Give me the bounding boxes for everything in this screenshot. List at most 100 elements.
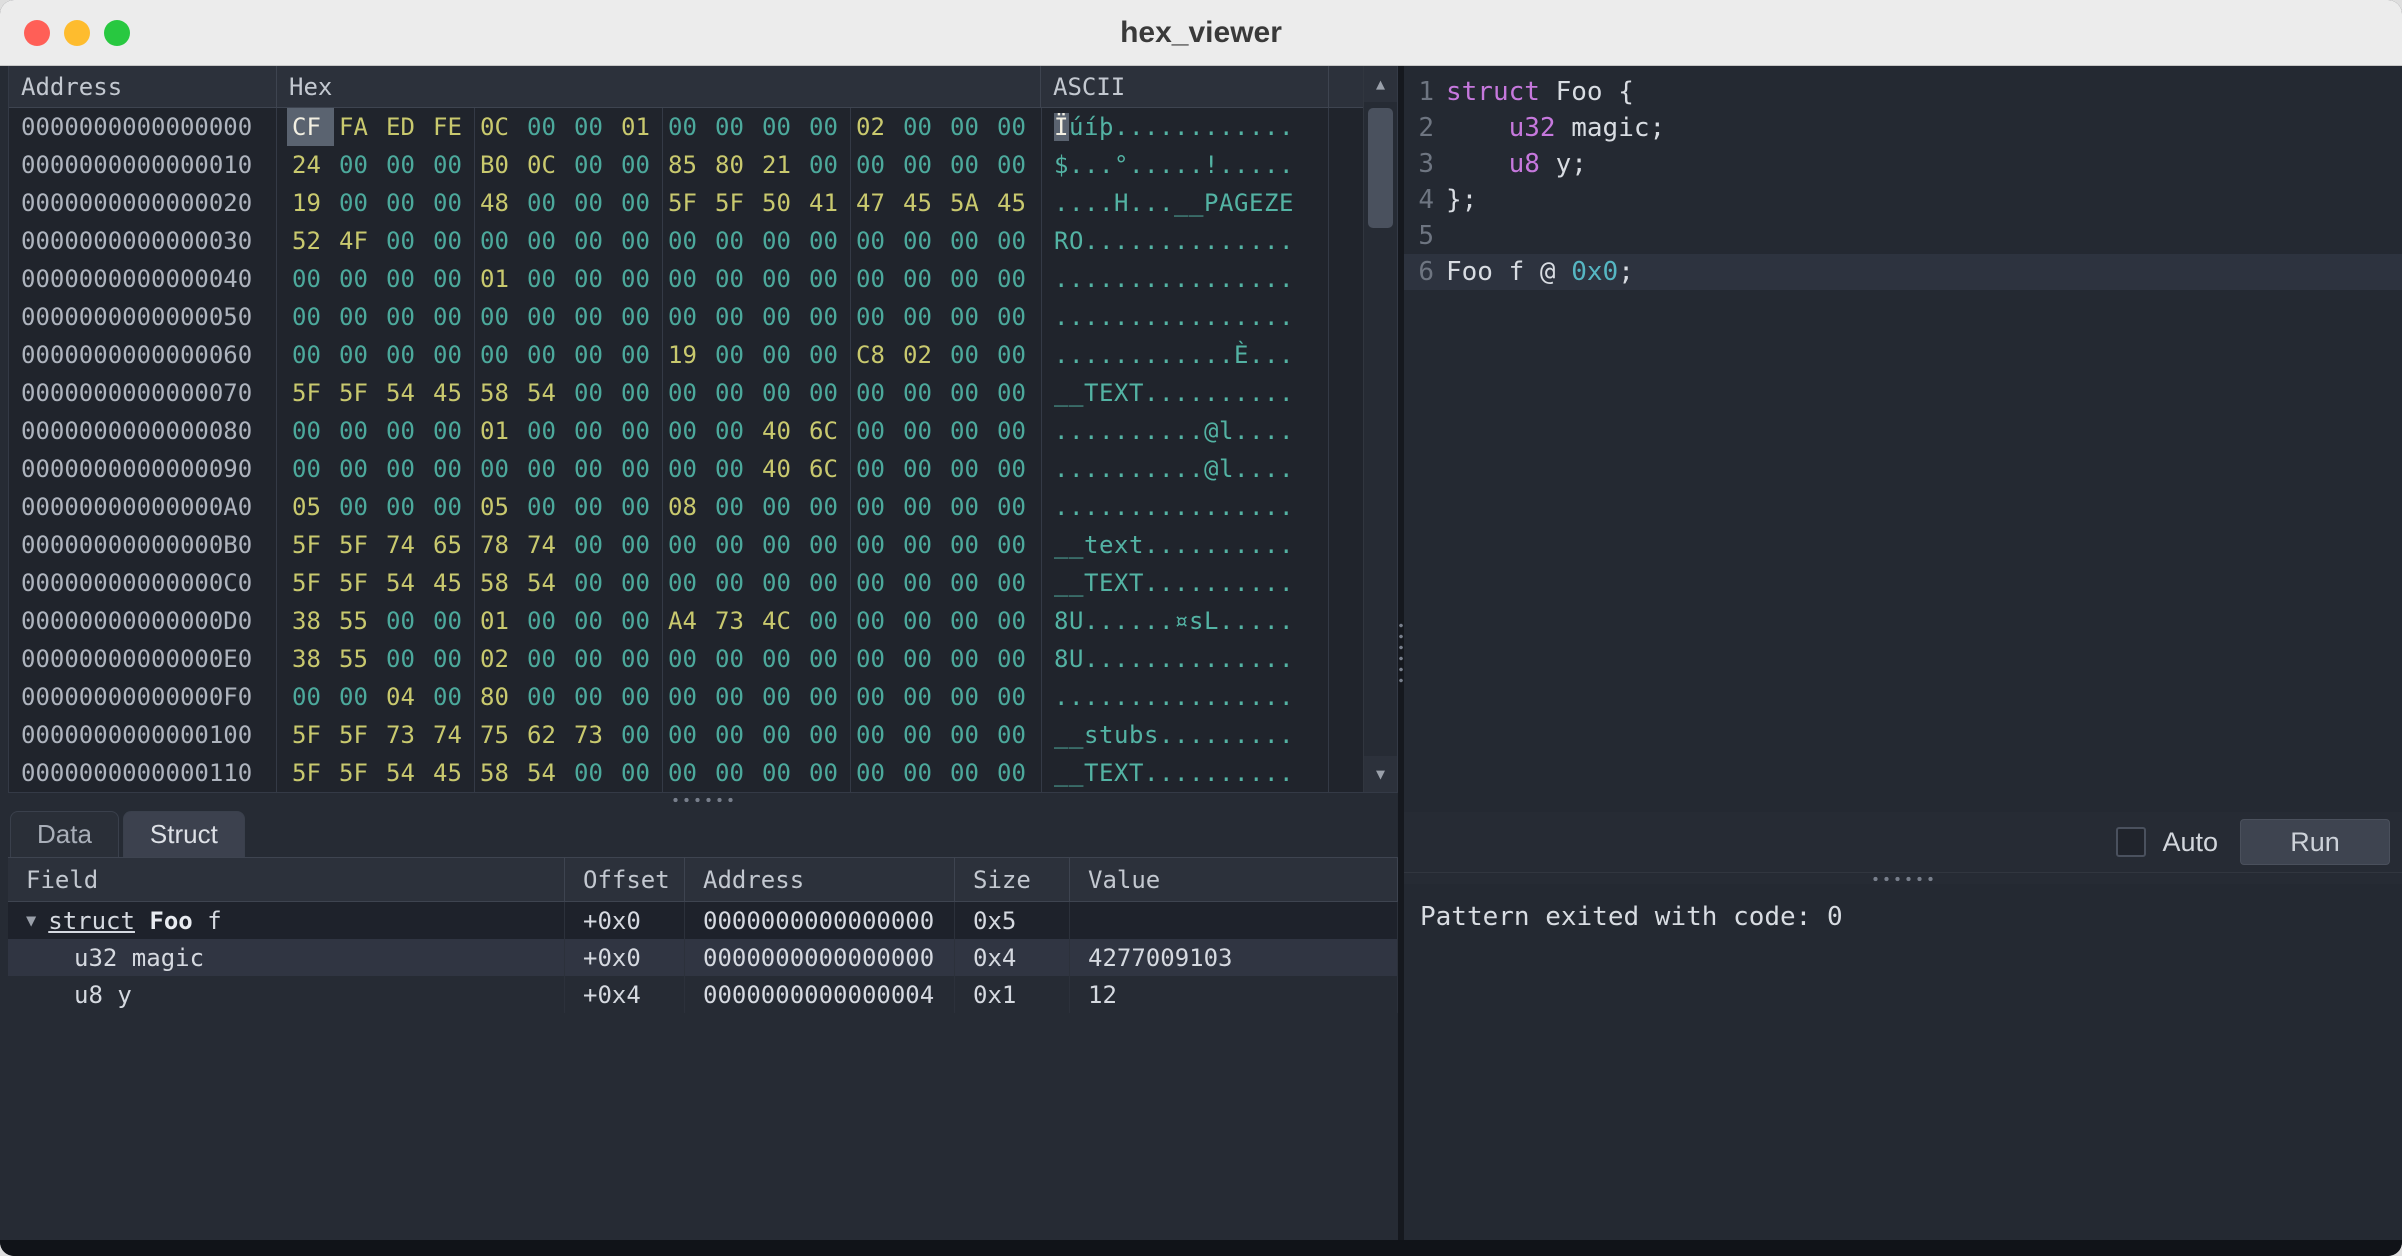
hex-byte[interactable]: 65	[428, 526, 475, 564]
ascii-char[interactable]: .	[1264, 569, 1279, 597]
hex-byte[interactable]: 00	[710, 564, 757, 602]
ascii-char[interactable]: .	[1099, 683, 1114, 711]
ascii-char[interactable]: .	[1174, 379, 1189, 407]
hex-byte[interactable]: 00	[945, 602, 992, 640]
hex-byte[interactable]: 00	[381, 222, 428, 260]
hex-byte[interactable]: 45	[428, 754, 475, 792]
struct-row[interactable]: ▼struct Foo f+0x000000000000000000x5	[8, 902, 1398, 939]
ascii-char[interactable]: .	[1234, 607, 1249, 635]
hex-byte[interactable]: 00	[334, 678, 381, 716]
ascii-char[interactable]: .	[1264, 151, 1279, 179]
ascii-char[interactable]: .	[1159, 569, 1174, 597]
hex-byte[interactable]: 00	[710, 412, 757, 450]
hex-byte[interactable]: 00	[569, 412, 616, 450]
hex-byte[interactable]: 00	[475, 298, 522, 336]
hex-byte[interactable]: 00	[898, 640, 945, 678]
ascii-char[interactable]: .	[1144, 455, 1159, 483]
ascii-char[interactable]: .	[1264, 607, 1279, 635]
hex-byte[interactable]: FA	[334, 108, 381, 146]
hex-byte[interactable]: 5F	[334, 374, 381, 412]
hex-byte[interactable]: 24	[287, 146, 334, 184]
ascii-char[interactable]: .	[1219, 759, 1234, 787]
hex-byte[interactable]: 5F	[334, 564, 381, 602]
hex-byte[interactable]: 00	[616, 640, 663, 678]
ascii-char[interactable]: U	[1069, 607, 1084, 635]
hex-byte[interactable]: 04	[381, 678, 428, 716]
ascii-char[interactable]: .	[1264, 493, 1279, 521]
ascii-char[interactable]: .	[1114, 683, 1129, 711]
hex-byte[interactable]: 00	[569, 640, 616, 678]
ascii-char[interactable]: X	[1114, 379, 1129, 407]
ascii-char[interactable]: .	[1054, 417, 1069, 445]
hex-byte[interactable]: 00	[945, 108, 992, 146]
ascii-char[interactable]: .	[1084, 227, 1099, 255]
hex-byte[interactable]: 00	[851, 374, 898, 412]
hex-byte[interactable]: 00	[663, 374, 710, 412]
ascii-char[interactable]: _	[1054, 379, 1069, 407]
hex-byte[interactable]: 00	[945, 754, 992, 792]
ascii-char[interactable]: .	[1219, 607, 1234, 635]
hex-byte[interactable]: 00	[757, 260, 804, 298]
ascii-char[interactable]: .	[1159, 113, 1174, 141]
ascii-char[interactable]: .	[1189, 493, 1204, 521]
hex-byte[interactable]: 00	[804, 108, 851, 146]
hex-byte[interactable]: 21	[757, 146, 804, 184]
hex-byte[interactable]: 00	[616, 450, 663, 488]
ascii-char[interactable]: .	[1159, 379, 1174, 407]
ascii-char[interactable]: .	[1054, 341, 1069, 369]
hex-byte[interactable]: 40	[757, 450, 804, 488]
ascii-char[interactable]: .	[1174, 683, 1189, 711]
ascii-char[interactable]: _	[1069, 721, 1084, 749]
hex-byte[interactable]: 00	[616, 374, 663, 412]
ascii-char[interactable]: _	[1054, 721, 1069, 749]
ascii-char[interactable]: ¤	[1174, 607, 1189, 635]
hex-byte[interactable]: 45	[428, 564, 475, 602]
ascii-char[interactable]: A	[1219, 189, 1234, 217]
ascii-char[interactable]: .	[1144, 265, 1159, 293]
ascii-char[interactable]: .	[1204, 683, 1219, 711]
ascii-char[interactable]: s	[1084, 721, 1099, 749]
hex-byte[interactable]: 00	[569, 222, 616, 260]
hex-byte[interactable]: 00	[334, 336, 381, 374]
hex-byte[interactable]: 00	[616, 412, 663, 450]
ascii-char[interactable]: .	[1204, 759, 1219, 787]
hex-byte[interactable]: 00	[616, 602, 663, 640]
close-button[interactable]	[24, 20, 50, 46]
hex-byte[interactable]: 5F	[334, 716, 381, 754]
ascii-char[interactable]: .	[1219, 493, 1234, 521]
ascii-char[interactable]: .	[1279, 113, 1294, 141]
ascii-char[interactable]: .	[1054, 303, 1069, 331]
hex-byte[interactable]: 00	[804, 564, 851, 602]
hex-byte[interactable]: 4C	[757, 602, 804, 640]
hex-byte[interactable]: 00	[616, 678, 663, 716]
scroll-up-icon[interactable]: ▲	[1364, 66, 1397, 102]
hex-byte[interactable]: 00	[710, 260, 757, 298]
ascii-char[interactable]: .	[1189, 113, 1204, 141]
hex-byte[interactable]: 00	[287, 678, 334, 716]
ascii-char[interactable]: _	[1069, 759, 1084, 787]
ascii-char[interactable]: .	[1219, 265, 1234, 293]
ascii-char[interactable]: U	[1069, 645, 1084, 673]
ascii-char[interactable]: .	[1129, 417, 1144, 445]
auto-label[interactable]: Auto	[2162, 827, 2218, 858]
hex-byte[interactable]: 00	[992, 146, 1039, 184]
ascii-char[interactable]: .	[1189, 265, 1204, 293]
hex-byte[interactable]: 00	[851, 716, 898, 754]
hex-byte[interactable]: 00	[851, 678, 898, 716]
hex-byte[interactable]: 45	[992, 184, 1039, 222]
hex-byte[interactable]: 45	[898, 184, 945, 222]
ascii-char[interactable]: .	[1174, 759, 1189, 787]
ascii-char[interactable]: T	[1129, 379, 1144, 407]
ascii-char[interactable]: .	[1054, 493, 1069, 521]
ascii-char[interactable]: .	[1159, 417, 1174, 445]
ascii-char[interactable]: .	[1129, 493, 1144, 521]
hex-byte[interactable]: 00	[616, 488, 663, 526]
ascii-char[interactable]: t	[1084, 531, 1099, 559]
hex-byte[interactable]: 00	[522, 184, 569, 222]
hex-byte[interactable]: 75	[475, 716, 522, 754]
ascii-char[interactable]: .	[1099, 341, 1114, 369]
ascii-char[interactable]: .	[1279, 265, 1294, 293]
ascii-char[interactable]: È	[1234, 341, 1249, 369]
hex-byte[interactable]: 00	[945, 640, 992, 678]
hex-byte[interactable]: 45	[428, 374, 475, 412]
